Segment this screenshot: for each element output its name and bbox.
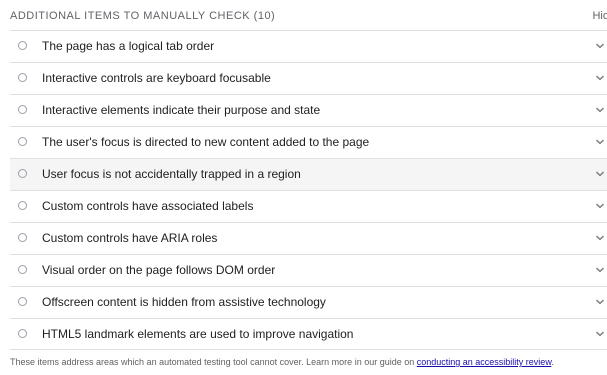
manual-check-item[interactable]: Custom controls have associated labels bbox=[10, 190, 607, 222]
chevron-down-icon[interactable] bbox=[595, 234, 605, 242]
circle-outline-icon bbox=[18, 137, 27, 146]
section-title: ADDITIONAL ITEMS TO MANUALLY CHECK (10) bbox=[10, 10, 276, 22]
hide-toggle[interactable]: Hid bbox=[592, 10, 607, 22]
manual-check-item[interactable]: Visual order on the page follows DOM ord… bbox=[10, 254, 607, 286]
chevron-down-icon[interactable] bbox=[595, 42, 605, 50]
manual-check-item[interactable]: The user's focus is directed to new cont… bbox=[10, 126, 607, 158]
circle-outline-icon bbox=[18, 297, 27, 306]
circle-outline-icon bbox=[18, 233, 27, 242]
manual-check-item[interactable]: HTML5 landmark elements are used to impr… bbox=[10, 318, 607, 350]
chevron-down-icon[interactable] bbox=[595, 202, 605, 210]
chevron-down-icon[interactable] bbox=[595, 298, 605, 306]
manual-check-item[interactable]: Interactive controls are keyboard focusa… bbox=[10, 62, 607, 94]
manual-check-item-label: Interactive elements indicate their purp… bbox=[42, 103, 321, 117]
manual-check-item-label: Visual order on the page follows DOM ord… bbox=[42, 263, 276, 277]
footer-end: . bbox=[551, 357, 554, 367]
section-header: ADDITIONAL ITEMS TO MANUALLY CHECK (10) … bbox=[0, 0, 607, 30]
chevron-down-icon[interactable] bbox=[595, 106, 605, 114]
manual-check-item-label: User focus is not accidentally trapped i… bbox=[42, 167, 301, 181]
manual-check-item-label: Offscreen content is hidden from assisti… bbox=[42, 295, 326, 309]
circle-outline-icon bbox=[18, 201, 27, 210]
manual-check-item-label: Custom controls have associated labels bbox=[42, 199, 254, 213]
manual-check-item-label: Custom controls have ARIA roles bbox=[42, 231, 218, 245]
circle-outline-icon bbox=[18, 169, 27, 178]
manual-check-item-label: The page has a logical tab order bbox=[42, 39, 215, 53]
chevron-down-icon[interactable] bbox=[595, 138, 605, 146]
accessibility-review-link[interactable]: conducting an accessibility review bbox=[417, 357, 552, 367]
chevron-down-icon[interactable] bbox=[595, 330, 605, 338]
circle-outline-icon bbox=[18, 105, 27, 114]
footer-text: These items address areas which an autom… bbox=[10, 357, 417, 367]
circle-outline-icon bbox=[18, 329, 27, 338]
circle-outline-icon bbox=[18, 73, 27, 82]
manual-check-item[interactable]: Interactive elements indicate their purp… bbox=[10, 94, 607, 126]
footer-note: These items address areas which an autom… bbox=[10, 357, 554, 367]
manual-check-item-label: The user's focus is directed to new cont… bbox=[42, 135, 370, 149]
circle-outline-icon bbox=[18, 41, 27, 50]
chevron-down-icon[interactable] bbox=[595, 170, 605, 178]
manual-check-item[interactable]: User focus is not accidentally trapped i… bbox=[10, 158, 607, 190]
manual-check-item-label: HTML5 landmark elements are used to impr… bbox=[42, 327, 354, 341]
chevron-down-icon[interactable] bbox=[595, 74, 605, 82]
manual-check-list: The page has a logical tab order Interac… bbox=[10, 30, 607, 350]
manual-check-item[interactable]: Offscreen content is hidden from assisti… bbox=[10, 286, 607, 318]
chevron-down-icon[interactable] bbox=[595, 266, 605, 274]
manual-check-item[interactable]: The page has a logical tab order bbox=[10, 30, 607, 62]
manual-check-item-label: Interactive controls are keyboard focusa… bbox=[42, 71, 271, 85]
manual-check-item[interactable]: Custom controls have ARIA roles bbox=[10, 222, 607, 254]
circle-outline-icon bbox=[18, 265, 27, 274]
